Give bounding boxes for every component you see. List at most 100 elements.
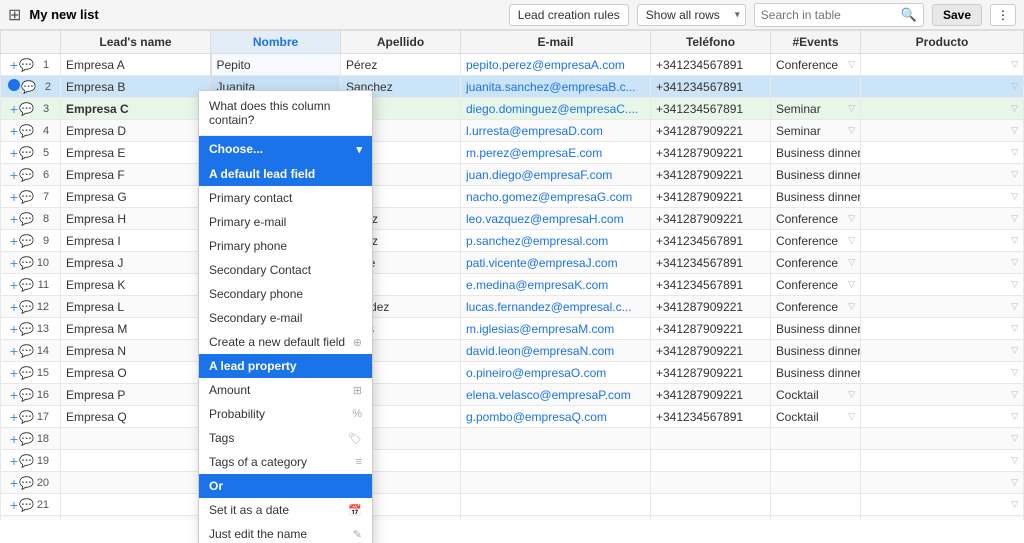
chat-icon[interactable]: 💬 <box>19 323 34 335</box>
chat-icon[interactable]: 💬 <box>19 367 34 379</box>
add-row-icon[interactable]: + <box>10 520 18 521</box>
filter-icon[interactable]: ▽ <box>848 257 855 268</box>
filter-icon[interactable]: ▽ <box>848 411 855 422</box>
events-cell: Business dinner▽ <box>771 362 861 384</box>
add-row-icon[interactable]: + <box>10 58 18 72</box>
save-button[interactable]: Save <box>932 4 982 26</box>
chat-icon[interactable]: 💬 <box>19 103 34 115</box>
add-row-icon[interactable]: + <box>10 124 18 138</box>
dropdown-item[interactable]: Just edit the name✎ <box>199 522 372 543</box>
lead-creation-rules-button[interactable]: Lead creation rules <box>509 4 629 26</box>
filter-icon[interactable]: ▽ <box>848 235 855 246</box>
chat-icon[interactable]: 💬 <box>19 345 34 357</box>
dropdown-item[interactable]: Primary contact <box>199 186 372 210</box>
table-row: +💬20 ▽ <box>1 472 1024 494</box>
chat-icon[interactable]: 💬 <box>21 81 36 93</box>
add-row-icon[interactable]: + <box>10 278 18 292</box>
producto-filter-icon[interactable]: ▽ <box>1011 81 1018 92</box>
chat-icon[interactable]: 💬 <box>19 125 34 137</box>
lead-name-cell: Empresa I <box>61 230 211 252</box>
producto-filter-icon[interactable]: ▽ <box>1011 235 1018 246</box>
chat-icon[interactable]: 💬 <box>19 213 34 225</box>
dropdown-item[interactable]: Secondary e-mail <box>199 306 372 330</box>
filter-icon[interactable]: ▽ <box>848 125 855 136</box>
add-row-icon[interactable]: + <box>10 454 18 468</box>
chat-icon[interactable]: 💬 <box>19 455 34 467</box>
producto-filter-icon[interactable]: ▽ <box>1011 279 1018 290</box>
show-rows-select[interactable]: Show all rows <box>637 4 746 26</box>
add-row-icon[interactable]: + <box>10 344 18 358</box>
add-row-icon[interactable]: + <box>10 366 18 380</box>
add-row-icon[interactable]: + <box>10 168 18 182</box>
dropdown-item[interactable]: Primary phone <box>199 234 372 258</box>
add-row-icon[interactable]: + <box>10 476 18 490</box>
chat-icon[interactable]: 💬 <box>19 169 34 181</box>
producto-filter-icon[interactable]: ▽ <box>1011 147 1018 158</box>
chat-icon[interactable]: 💬 <box>19 389 34 401</box>
chat-icon[interactable]: 💬 <box>19 433 34 445</box>
add-row-icon[interactable]: + <box>10 410 18 424</box>
producto-filter-icon[interactable]: ▽ <box>1011 411 1018 422</box>
add-row-icon[interactable]: + <box>10 432 18 446</box>
producto-filter-icon[interactable]: ▽ <box>1011 389 1018 400</box>
producto-filter-icon[interactable]: ▽ <box>1011 59 1018 70</box>
add-row-icon[interactable]: + <box>10 212 18 226</box>
dropdown-item[interactable]: Amount⊞ <box>199 378 372 402</box>
dropdown-item[interactable]: Tags🏷 <box>199 426 372 450</box>
producto-filter-icon[interactable]: ▽ <box>1011 455 1018 466</box>
chat-icon[interactable]: 💬 <box>19 411 34 423</box>
chat-icon[interactable]: 💬 <box>19 59 34 71</box>
add-row-icon[interactable]: + <box>10 102 18 116</box>
dropdown-item[interactable]: Set it as a date📅 <box>199 498 372 522</box>
producto-filter-icon[interactable]: ▽ <box>1011 367 1018 378</box>
row-number: 20 <box>35 477 51 489</box>
producto-filter-icon[interactable]: ▽ <box>1011 345 1018 356</box>
dropdown-item[interactable]: Primary e-mail <box>199 210 372 234</box>
add-row-icon[interactable]: + <box>10 190 18 204</box>
producto-filter-icon[interactable]: ▽ <box>1011 213 1018 224</box>
producto-filter-icon[interactable]: ▽ <box>1011 433 1018 444</box>
dropdown-item[interactable]: Tags of a category≡ <box>199 450 372 474</box>
dropdown-choose[interactable]: Choose... ▾ <box>199 136 372 162</box>
chat-icon[interactable]: 💬 <box>19 499 34 511</box>
producto-filter-icon[interactable]: ▽ <box>1011 257 1018 268</box>
dropdown-item[interactable]: Secondary phone <box>199 282 372 306</box>
add-row-icon[interactable]: + <box>10 322 18 336</box>
producto-filter-icon[interactable]: ▽ <box>1011 191 1018 202</box>
chat-icon[interactable]: 💬 <box>19 147 34 159</box>
chat-icon[interactable]: 💬 <box>19 279 34 291</box>
add-row-icon[interactable]: + <box>10 234 18 248</box>
producto-filter-icon[interactable]: ▽ <box>1011 477 1018 488</box>
email-cell: nacho.gomez@empresaG.com <box>461 186 651 208</box>
chat-icon[interactable]: 💬 <box>19 257 34 269</box>
producto-filter-icon[interactable]: ▽ <box>1011 169 1018 180</box>
search-input[interactable] <box>755 5 895 25</box>
table-scroll[interactable]: Lead's name Nombre Apellido E-mail Teléf… <box>0 30 1024 520</box>
producto-filter-icon[interactable]: ▽ <box>1011 301 1018 312</box>
chat-icon[interactable]: 💬 <box>19 477 34 489</box>
header-title: My new list <box>29 7 98 22</box>
producto-filter-icon[interactable]: ▽ <box>1011 103 1018 114</box>
add-row-icon[interactable]: + <box>10 146 18 160</box>
filter-icon[interactable]: ▽ <box>848 389 855 400</box>
search-icon[interactable]: 🔍 <box>895 4 923 26</box>
menu-button[interactable]: ⋮ <box>990 4 1016 26</box>
add-row-icon[interactable]: + <box>10 388 18 402</box>
chat-icon[interactable]: 💬 <box>19 235 34 247</box>
producto-filter-icon[interactable]: ▽ <box>1011 125 1018 136</box>
filter-icon[interactable]: ▽ <box>848 103 855 114</box>
filter-icon[interactable]: ▽ <box>848 279 855 290</box>
producto-filter-icon[interactable]: ▽ <box>1011 499 1018 510</box>
dropdown-item[interactable]: Secondary Contact <box>199 258 372 282</box>
filter-icon[interactable]: ▽ <box>848 213 855 224</box>
dropdown-item[interactable]: Create a new default field⊕ <box>199 330 372 354</box>
add-row-icon[interactable]: + <box>10 300 18 314</box>
add-row-icon[interactable]: + <box>10 498 18 512</box>
chat-icon[interactable]: 💬 <box>19 191 34 203</box>
producto-filter-icon[interactable]: ▽ <box>1011 323 1018 334</box>
add-row-icon[interactable]: + <box>10 256 18 270</box>
filter-icon[interactable]: ▽ <box>848 301 855 312</box>
dropdown-item[interactable]: Probability% <box>199 402 372 426</box>
chat-icon[interactable]: 💬 <box>19 301 34 313</box>
filter-icon[interactable]: ▽ <box>848 59 855 70</box>
